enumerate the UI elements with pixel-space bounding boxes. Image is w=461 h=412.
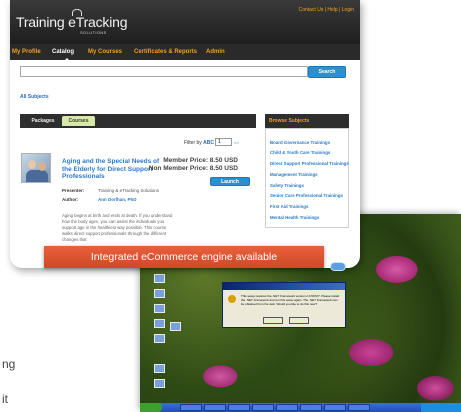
lms-web-screenshot: Training eTracking SOLUTIONS Contact Us … (10, 0, 360, 268)
desktop-shortcut-icon[interactable] (154, 364, 165, 373)
setup-error-dialog: This setup requires the .NET Framework v… (222, 282, 346, 328)
tab-packages[interactable]: Packages (26, 116, 60, 126)
nav-certificates-reports[interactable]: Certificates & Reports (134, 49, 197, 55)
presenter-value: Training & eTracking Solutions (98, 188, 159, 193)
subject-link[interactable]: Management Trainings (270, 172, 318, 177)
system-tray[interactable] (421, 403, 461, 412)
taskbar-button[interactable] (276, 404, 298, 411)
taskbar-button[interactable] (204, 404, 226, 411)
taskbar-button[interactable] (324, 404, 346, 411)
catalog-search-input[interactable] (20, 66, 308, 77)
search-button[interactable]: Search (308, 66, 346, 78)
header-links[interactable]: Contact Us | Help | Login (299, 7, 354, 13)
non-member-price: Non Member Price: 8.50 USD (148, 165, 238, 172)
desktop-shortcut-icon[interactable] (154, 319, 165, 328)
warning-icon (228, 295, 236, 303)
site-logo[interactable]: Training eTracking (16, 14, 128, 30)
course-thumbnail[interactable] (21, 153, 51, 183)
dialog-no-button[interactable] (289, 317, 309, 324)
marketing-collage: This setup requires the .NET Framework v… (0, 0, 461, 412)
filter-by: Filter by ABC (184, 140, 214, 146)
next-page-link[interactable]: >> (234, 140, 239, 145)
taskbar-button[interactable] (252, 404, 274, 411)
dialog-yes-button[interactable] (263, 317, 283, 324)
taskbar-button[interactable] (180, 404, 202, 411)
subject-link[interactable]: First Aid Trainings (270, 204, 308, 209)
ecommerce-banner: Integrated eCommerce engine available (44, 246, 324, 268)
tab-courses[interactable]: Courses (62, 116, 95, 126)
nav-my-courses[interactable]: My Courses (88, 49, 122, 55)
start-button[interactable] (140, 403, 162, 412)
subject-link[interactable]: Child & Youth Care Trainings (270, 150, 330, 155)
author-label: Author: (62, 197, 79, 202)
site-header: Training eTracking SOLUTIONS Contact Us … (10, 0, 360, 44)
subject-link[interactable]: Direct Support Professional Trainings (270, 161, 349, 166)
page-select[interactable]: 1 (215, 138, 232, 146)
taskbar-button[interactable] (228, 404, 250, 411)
desktop-shortcut-icon[interactable] (154, 334, 165, 343)
desktop-shortcut-icon[interactable] (170, 322, 181, 331)
filter-abc-link[interactable]: ABC (203, 140, 214, 146)
subject-link[interactable]: Safety Trainings (270, 183, 304, 188)
member-price: Member Price: 8.50 USD (163, 157, 238, 164)
subject-link[interactable]: Senior Care Professional Trainings (270, 193, 343, 198)
all-subjects-link[interactable]: All Subjects (20, 94, 49, 100)
nav-catalog[interactable]: Catalog (52, 49, 74, 55)
author-value[interactable]: Ann Dorlhan, PhD (98, 197, 137, 202)
presenter-label: Presenter: (62, 188, 85, 193)
cloud-icon (330, 262, 346, 271)
filter-label: Filter by (184, 140, 202, 146)
taskbar (140, 403, 461, 412)
cropped-text: ng (2, 357, 16, 371)
thumbnail-face (38, 162, 46, 171)
nav-my-profile[interactable]: My Profile (12, 49, 41, 55)
subject-link[interactable]: Mental Health Trainings (270, 215, 319, 220)
cropped-text: it (2, 392, 8, 406)
launch-button[interactable]: Launch (210, 177, 250, 186)
thumbnail-figure (26, 170, 48, 182)
desktop-shortcut-icon[interactable] (154, 304, 165, 313)
logo-arc-icon (72, 9, 82, 16)
desktop-shortcut-icon[interactable] (154, 379, 165, 388)
taskbar-button[interactable] (300, 404, 322, 411)
browse-subjects-heading: Browse Subjects (265, 114, 349, 128)
thumbnail-face (28, 160, 36, 169)
taskbar-button[interactable] (348, 404, 370, 411)
desktop-shortcut-icon[interactable] (154, 289, 165, 298)
subject-link[interactable]: Board Governance Trainings (270, 140, 330, 145)
dialog-titlebar[interactable] (223, 283, 345, 290)
desktop-shortcut-icon[interactable] (154, 274, 165, 283)
nav-admin[interactable]: Admin (206, 49, 225, 55)
dialog-message: This setup requires the .NET Framework v… (241, 294, 339, 306)
site-logo-subtitle: SOLUTIONS (80, 30, 107, 35)
